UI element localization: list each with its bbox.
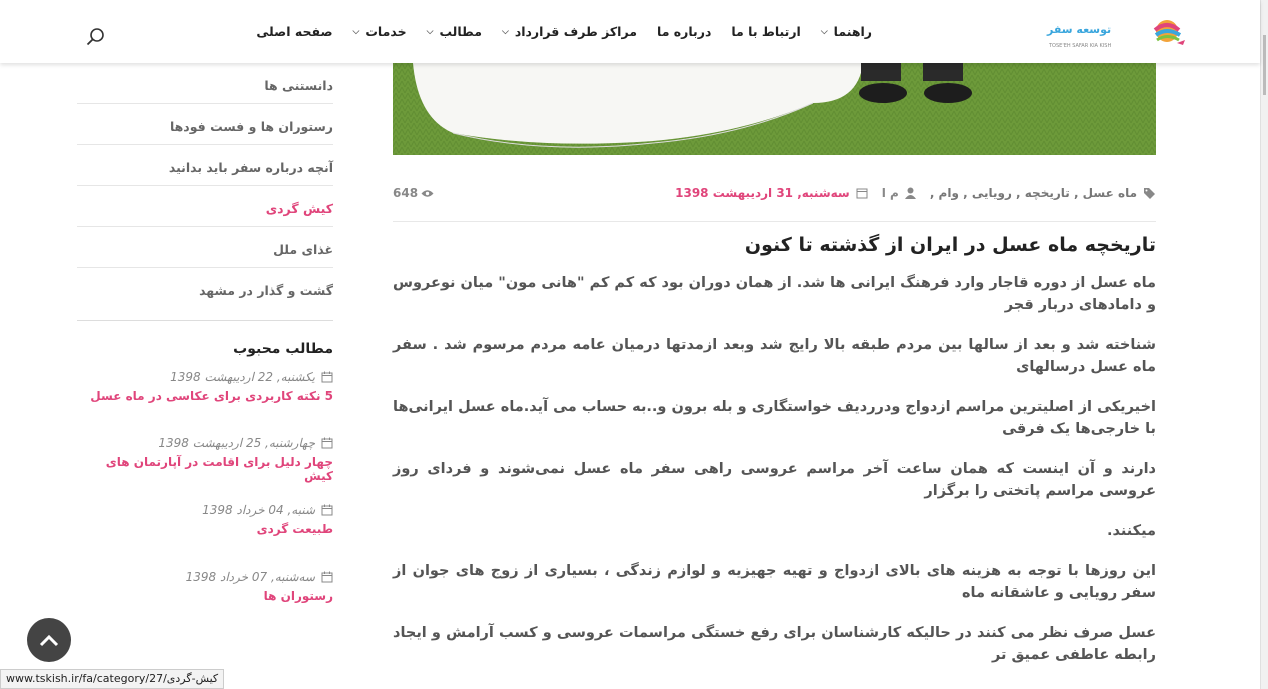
- article-paragraph: دارند و آن اینست که همان ساعت آخر مراسم …: [393, 461, 1156, 499]
- post-date: شنبه, 04 خرداد 1398: [202, 503, 315, 517]
- post-link[interactable]: طبیعت گردی: [77, 522, 333, 536]
- article-meta: 648 ماه عسل , تاریخچه , رویایی , وام , م…: [393, 183, 1156, 205]
- svg-text:TOSE'EH SAFAR KIA KISH: TOSE'EH SAFAR KIA KISH: [1048, 43, 1111, 49]
- meta-divider: [393, 221, 1156, 222]
- site-header: توسعه سفر TOSE'EH SAFAR KIA KISH صفحه اص…: [0, 0, 1260, 63]
- calendar-icon: [321, 504, 333, 516]
- category-item[interactable]: گشت و گذار در مشهد: [77, 268, 333, 309]
- article-paragraph: این روزها با توجه به هزینه های بالای ازد…: [393, 563, 1156, 601]
- article-paragraph: ماه عسل از دوره قاجار وارد فرهنگ ایرانی …: [393, 275, 1156, 313]
- svg-text:توسعه سفر: توسعه سفر: [1046, 23, 1111, 36]
- nav-item-label: خدمات: [365, 24, 407, 39]
- chevron-down-icon: ⌵: [501, 26, 509, 37]
- calendar-icon: [856, 188, 868, 199]
- nav-item[interactable]: ارتباط با ما: [721, 24, 810, 39]
- nav-item[interactable]: راهنما ⌵: [811, 24, 882, 39]
- post-date: چهارشنبه, 25 اردیبهشت 1398: [158, 436, 315, 450]
- calendar-icon: [321, 371, 333, 383]
- scroll-to-top-button[interactable]: [27, 618, 71, 662]
- article-hero-image: [393, 63, 1156, 155]
- nav-item-label: مطالب: [439, 24, 482, 39]
- category-item-active[interactable]: کیش گردی: [77, 186, 333, 227]
- sidebar-divider: [77, 320, 333, 321]
- main-nav: صفحه اصلی خدمات ⌵ مطالب ⌵ مراکز طرف قرارداد ⌵ د…: [246, 0, 882, 63]
- chevron-down-icon: ⌵: [352, 26, 360, 37]
- category-list: دانستنی ها رستوران ها و فست فودها آنچه د…: [77, 63, 333, 309]
- nav-item[interactable]: صفحه اصلی: [246, 24, 342, 39]
- article-paragraph: اخیریکی از اصلیترین مراسم ازدواج ودرردیف…: [393, 399, 1156, 437]
- nav-item[interactable]: مراکز طرف قرارداد ⌵: [492, 24, 647, 39]
- article-paragraph: عسل صرف نظر می کنند در حالیکه کارشناسان …: [393, 625, 1156, 663]
- nav-item-label: ارتباط با ما: [731, 24, 801, 39]
- scrollbar-thumb[interactable]: [1263, 35, 1266, 95]
- nav-item-label: راهنما: [833, 24, 872, 39]
- popular-posts-title: مطالب محبوب: [233, 341, 333, 357]
- post-date: یکشنبه, 22 اردیبهشت 1398: [170, 370, 315, 384]
- category-item[interactable]: غذای ملل: [77, 227, 333, 268]
- post-date: سه‌شنبه, 31 اردیبهشت 1398: [675, 186, 850, 200]
- article-title: تاریخچه ماه عسل در ایران از گذشته تا کنو…: [744, 234, 1156, 256]
- article-paragraph: شناخته شد و بعد از سالها بین مردم طبقه ب…: [393, 337, 1156, 375]
- chevron-up-icon: [39, 634, 59, 647]
- category-item[interactable]: آنچه درباره سفر باید بدانید: [77, 145, 333, 186]
- popular-post: شنبه, 04 خرداد 1398 طبیعت گردی: [77, 503, 333, 536]
- nav-item[interactable]: مطالب ⌵: [417, 24, 492, 39]
- tag-icon: [1144, 188, 1155, 199]
- post-link[interactable]: چهار دلیل برای اقامت در آپارتمان های کیش: [77, 455, 333, 483]
- post-tags[interactable]: ماه عسل , تاریخچه , رویایی , وام ,: [930, 186, 1137, 200]
- category-item[interactable]: دانستنی ها: [77, 63, 333, 104]
- chevron-down-icon: ⌵: [820, 26, 828, 37]
- calendar-icon: [321, 437, 333, 449]
- popular-post: چهارشنبه, 25 اردیبهشت 1398 چهار دلیل برا…: [77, 436, 333, 483]
- post-author: م ا: [881, 186, 899, 200]
- post-link[interactable]: رستوران ها: [77, 589, 333, 603]
- nav-item[interactable]: خدمات ⌵: [343, 24, 417, 39]
- user-icon: [904, 187, 916, 199]
- post-link[interactable]: 5 نکته کاربردی برای عکاسی در ماه عسل: [77, 389, 333, 403]
- eye-icon: [421, 189, 434, 197]
- popular-post: یکشنبه, 22 اردیبهشت 1398 5 نکته کاربردی …: [77, 370, 333, 403]
- window-scrollbar[interactable]: [1260, 0, 1268, 689]
- view-count: 648: [393, 186, 419, 200]
- calendar-icon: [321, 571, 333, 583]
- site-logo[interactable]: توسعه سفر TOSE'EH SAFAR KIA KISH: [1043, 16, 1188, 52]
- browser-status-bar: www.tskish.ir/fa/category/27/کیش-گردی: [0, 669, 225, 689]
- category-item[interactable]: رستوران ها و فست فودها: [77, 104, 333, 145]
- nav-item-label: صفحه اصلی: [256, 24, 333, 39]
- article-body: ماه عسل از دوره قاجار وارد فرهنگ ایرانی …: [393, 272, 1156, 684]
- article-paragraph: میکنند.: [1106, 523, 1156, 539]
- nav-item[interactable]: درباره ما: [647, 24, 721, 39]
- nav-item-label: مراکز طرف قرارداد: [514, 24, 637, 39]
- popular-post: سه‌شنبه, 07 خرداد 1398 رستوران ها: [77, 570, 333, 603]
- post-date: سه‌شنبه, 07 خرداد 1398: [185, 570, 315, 584]
- nav-item-label: درباره ما: [657, 24, 712, 39]
- search-icon[interactable]: [86, 27, 106, 47]
- chevron-down-icon: ⌵: [426, 26, 434, 37]
